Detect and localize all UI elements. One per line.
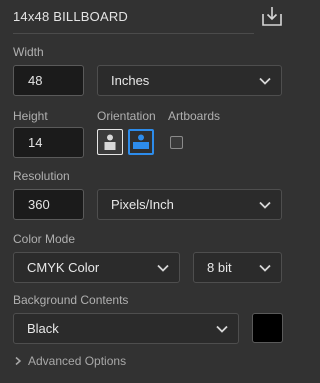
width-unit-select[interactable]: Inches xyxy=(97,65,282,96)
orientation-portrait-button[interactable] xyxy=(97,129,123,155)
color-mode-value: CMYK Color xyxy=(27,260,100,275)
background-contents-select[interactable]: Black xyxy=(13,313,239,344)
advanced-options-label: Advanced Options xyxy=(28,354,127,368)
width-unit-value: Inches xyxy=(111,73,150,88)
width-value: 48 xyxy=(28,73,43,88)
width-label: Width xyxy=(13,45,44,59)
chevron-down-icon xyxy=(157,264,169,272)
height-value: 14 xyxy=(28,135,43,150)
artboards-label: Artboards xyxy=(168,109,221,123)
chevron-down-icon xyxy=(259,264,271,272)
bit-depth-value: 8 bit xyxy=(207,260,232,275)
chevron-down-icon xyxy=(216,325,228,333)
bit-depth-select[interactable]: 8 bit xyxy=(193,252,282,283)
resolution-value: 360 xyxy=(28,197,50,212)
save-preset-icon[interactable] xyxy=(261,6,283,28)
portrait-person-icon xyxy=(104,134,116,150)
color-mode-select[interactable]: CMYK Color xyxy=(13,252,180,283)
resolution-label: Resolution xyxy=(13,169,70,183)
orientation-landscape-button[interactable] xyxy=(128,129,154,155)
resolution-unit-value: Pixels/Inch xyxy=(111,197,174,212)
preset-row: 14x48 BILLBOARD xyxy=(13,6,290,34)
document-settings-panel: 14x48 BILLBOARD Width 48 Inches Height 1… xyxy=(0,0,303,383)
chevron-right-icon xyxy=(15,356,22,366)
resolution-unit-select[interactable]: Pixels/Inch xyxy=(97,189,282,220)
resolution-input[interactable]: 360 xyxy=(13,189,84,220)
advanced-options-toggle[interactable]: Advanced Options xyxy=(13,353,126,369)
color-mode-label: Color Mode xyxy=(13,232,76,246)
artboards-checkbox[interactable] xyxy=(170,136,183,149)
width-input[interactable]: 48 xyxy=(13,65,84,96)
chevron-down-icon xyxy=(259,201,271,209)
background-color-swatch[interactable] xyxy=(252,313,283,343)
height-label: Height xyxy=(13,109,48,123)
preset-name-underline xyxy=(13,33,254,34)
background-contents-label: Background Contents xyxy=(13,293,129,307)
orientation-label: Orientation xyxy=(97,109,156,123)
preset-name-field[interactable]: 14x48 BILLBOARD xyxy=(13,9,128,24)
landscape-person-icon xyxy=(133,134,149,149)
height-input[interactable]: 14 xyxy=(13,127,84,158)
background-contents-value: Black xyxy=(27,321,59,336)
chevron-down-icon xyxy=(259,77,271,85)
